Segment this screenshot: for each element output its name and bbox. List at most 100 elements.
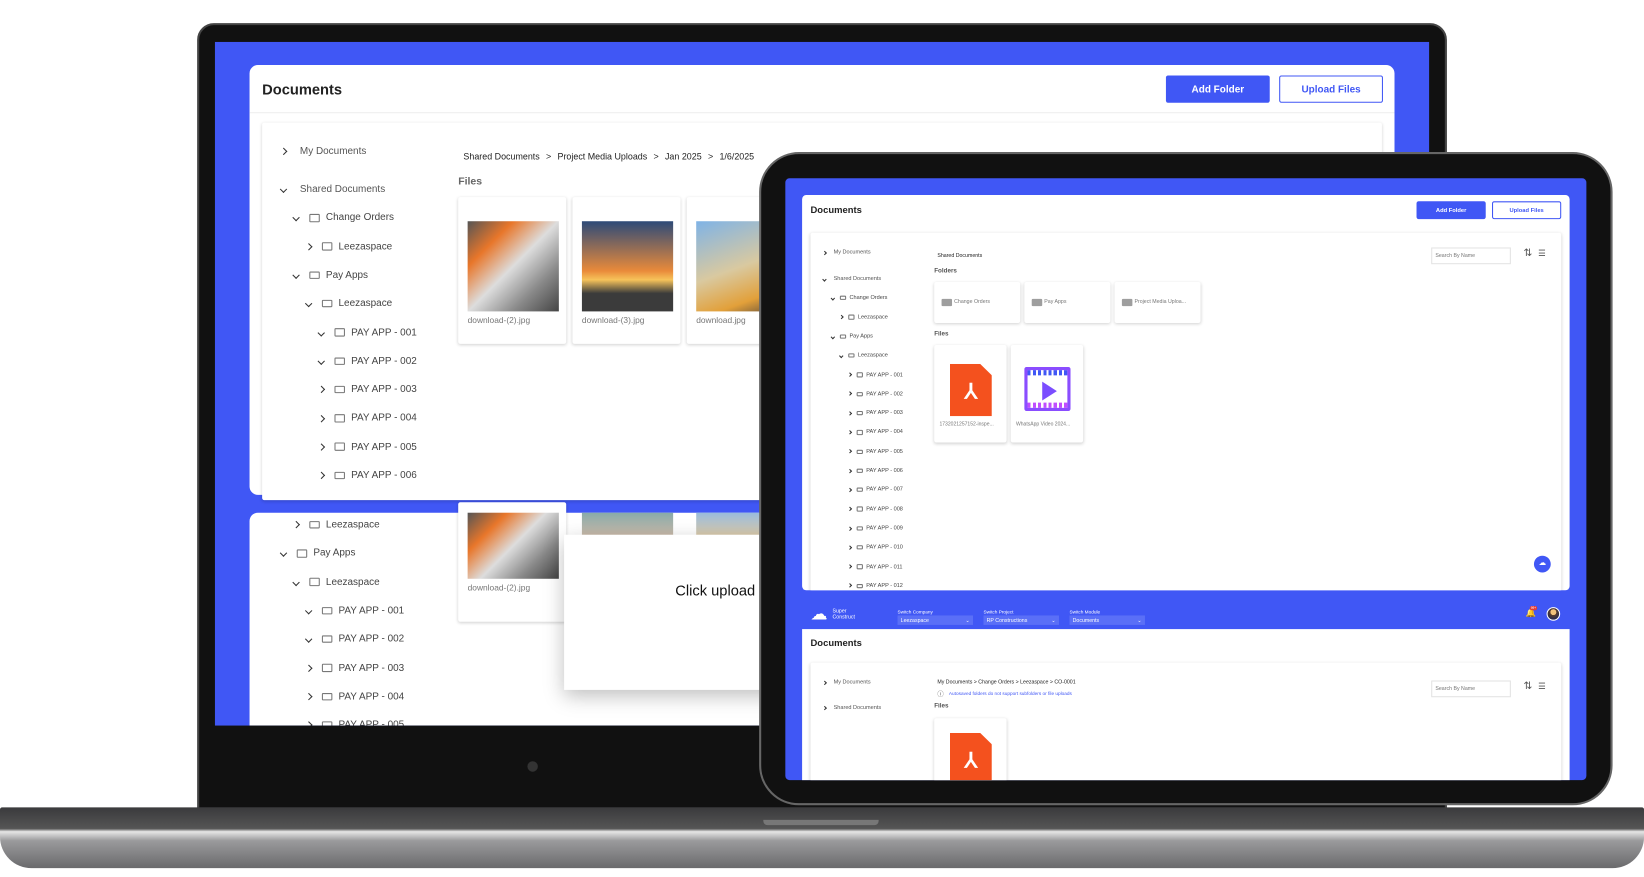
chevron-down-icon[interactable] bbox=[305, 300, 313, 308]
tree-item[interactable]: PAY APP - 001 bbox=[847, 372, 903, 378]
tree-item[interactable]: PAY APP - 012 bbox=[847, 583, 903, 589]
tree-item[interactable]: Leezaspace bbox=[292, 519, 380, 531]
chevron-down-icon[interactable] bbox=[830, 296, 835, 301]
chevron-right-icon[interactable] bbox=[305, 664, 313, 672]
chevron-right-icon[interactable] bbox=[847, 392, 852, 396]
chevron-down-icon[interactable] bbox=[830, 334, 835, 339]
chevron-right-icon[interactable] bbox=[847, 507, 852, 512]
folder-card[interactable]: Project Media Uploa... bbox=[1114, 282, 1201, 323]
tree-item[interactable]: My Documents bbox=[822, 679, 871, 686]
chevron-right-icon[interactable] bbox=[292, 521, 300, 529]
tree-item[interactable]: PAY APP - 006 bbox=[847, 468, 903, 474]
tree-item[interactable]: Change Orders bbox=[830, 295, 887, 301]
chevron-right-icon[interactable] bbox=[847, 449, 852, 454]
search-input[interactable] bbox=[1431, 247, 1511, 265]
tree-item[interactable]: Leezaspace bbox=[305, 241, 392, 252]
chevron-right-icon[interactable] bbox=[822, 705, 827, 710]
tree-item[interactable]: PAY APP - 004 bbox=[847, 429, 903, 436]
chevron-right-icon[interactable] bbox=[822, 680, 827, 685]
chevron-right-icon[interactable] bbox=[317, 471, 325, 480]
add-folder-button[interactable]: Add Folder bbox=[1416, 201, 1486, 220]
breadcrumb-item[interactable]: 1/6/2025 bbox=[719, 151, 754, 161]
tree-item[interactable]: PAY APP - 011 bbox=[847, 564, 902, 570]
chevron-down-icon[interactable] bbox=[292, 578, 300, 586]
tree-item[interactable]: My Documents bbox=[822, 250, 871, 256]
tree-item[interactable]: Pay Apps bbox=[830, 333, 873, 340]
chevron-right-icon[interactable] bbox=[847, 526, 852, 531]
tree-item[interactable]: PAY APP - 006 bbox=[317, 470, 417, 481]
file-card[interactable]: ⅄ bbox=[934, 718, 1007, 781]
tree-item[interactable]: Shared Documents bbox=[822, 705, 881, 711]
file-card[interactable]: ⅄ 1732021257152-inspe... bbox=[934, 344, 1007, 443]
chevron-down-icon[interactable] bbox=[292, 271, 300, 279]
tree-item[interactable]: Pay Apps bbox=[279, 548, 355, 559]
add-folder-button[interactable]: Add Folder bbox=[1165, 75, 1270, 103]
tree-item[interactable]: Shared Documents bbox=[279, 183, 385, 195]
tree-item[interactable]: PAY APP - 008 bbox=[847, 506, 903, 512]
chevron-right-icon[interactable] bbox=[822, 250, 827, 255]
upload-files-button[interactable]: Upload Files bbox=[1279, 75, 1383, 103]
file-card[interactable]: download-(3).jpg bbox=[572, 197, 681, 344]
file-card[interactable]: download-(2).jpg bbox=[458, 502, 567, 622]
tree-item[interactable]: My Documents bbox=[279, 146, 366, 157]
breadcrumb-item[interactable]: Project Media Uploads bbox=[558, 151, 648, 161]
chevron-right-icon[interactable] bbox=[305, 721, 313, 726]
module-select[interactable]: Documents ⌄ bbox=[1069, 615, 1145, 625]
list-view-icon[interactable]: ☰ bbox=[1538, 248, 1546, 257]
file-card[interactable]: download-(2).jpg bbox=[458, 197, 567, 344]
avatar[interactable] bbox=[1546, 607, 1561, 621]
file-card[interactable]: WhatsApp Video 2024... bbox=[1010, 344, 1084, 443]
tree-item[interactable]: PAY APP - 004 bbox=[317, 412, 417, 424]
chevron-down-icon[interactable] bbox=[839, 353, 844, 358]
tree-item[interactable]: Leezaspace bbox=[292, 576, 380, 588]
tree-item[interactable]: Change Orders bbox=[292, 212, 394, 224]
tree-item[interactable]: PAY APP - 002 bbox=[305, 633, 404, 645]
chevron-right-icon[interactable] bbox=[847, 487, 852, 492]
upload-fab-button[interactable]: ☁ bbox=[1533, 555, 1551, 573]
chevron-right-icon[interactable] bbox=[847, 583, 852, 588]
tree-item[interactable]: PAY APP - 005 bbox=[305, 719, 404, 726]
tree-item[interactable]: PAY APP - 005 bbox=[317, 441, 417, 453]
chevron-right-icon[interactable] bbox=[847, 545, 852, 550]
upload-files-button[interactable]: Upload Files bbox=[1492, 201, 1562, 220]
chevron-down-icon[interactable] bbox=[822, 276, 827, 281]
chevron-down-icon[interactable] bbox=[305, 607, 313, 615]
tree-item[interactable]: PAY APP - 003 bbox=[317, 384, 417, 395]
chevron-down-icon[interactable] bbox=[317, 328, 325, 336]
tree-item[interactable]: Shared Documents bbox=[822, 276, 881, 282]
chevron-right-icon[interactable] bbox=[847, 564, 852, 569]
chevron-right-icon[interactable] bbox=[317, 386, 325, 394]
breadcrumb-item[interactable]: Shared Documents bbox=[463, 151, 539, 161]
sort-icon[interactable]: ⇅ bbox=[1523, 680, 1532, 692]
breadcrumb-item[interactable]: Jan 2025 bbox=[665, 151, 702, 161]
chevron-right-icon[interactable] bbox=[847, 372, 852, 377]
chevron-down-icon[interactable] bbox=[279, 185, 288, 193]
tree-item[interactable]: Leezaspace bbox=[305, 298, 392, 310]
chevron-down-icon[interactable] bbox=[279, 549, 288, 557]
chevron-right-icon[interactable] bbox=[305, 692, 313, 701]
sort-icon[interactable]: ⇅ bbox=[1523, 247, 1532, 259]
chevron-right-icon[interactable] bbox=[847, 430, 852, 435]
tree-item[interactable]: Leezaspace bbox=[839, 314, 888, 320]
tree-item[interactable]: PAY APP - 010 bbox=[847, 544, 903, 551]
tree-item[interactable]: PAY APP - 003 bbox=[305, 662, 404, 674]
tree-item[interactable]: PAY APP - 009 bbox=[847, 525, 903, 531]
chevron-right-icon[interactable] bbox=[317, 443, 325, 451]
folder-card[interactable]: Change Orders bbox=[934, 282, 1021, 323]
chevron-right-icon[interactable] bbox=[847, 411, 852, 416]
tree-item[interactable]: PAY APP - 003 bbox=[847, 410, 903, 416]
tree-item[interactable]: PAY APP - 004 bbox=[305, 691, 404, 702]
tree-item[interactable]: PAY APP - 002 bbox=[317, 355, 417, 367]
chevron-right-icon[interactable] bbox=[839, 315, 844, 320]
chevron-right-icon[interactable] bbox=[305, 242, 313, 251]
tree-item[interactable]: PAY APP - 001 bbox=[317, 327, 417, 338]
chevron-down-icon[interactable] bbox=[305, 635, 313, 643]
folder-card[interactable]: Pay Apps bbox=[1024, 282, 1111, 323]
tree-item[interactable]: PAY APP - 002 bbox=[847, 391, 903, 397]
chevron-right-icon[interactable] bbox=[847, 468, 852, 473]
chevron-right-icon[interactable] bbox=[279, 147, 288, 156]
tree-item[interactable]: PAY APP - 005 bbox=[847, 448, 903, 455]
company-select[interactable]: Leezaspace ⌄ bbox=[897, 615, 974, 625]
tree-item[interactable]: PAY APP - 001 bbox=[305, 605, 404, 616]
search-input[interactable] bbox=[1431, 680, 1511, 698]
